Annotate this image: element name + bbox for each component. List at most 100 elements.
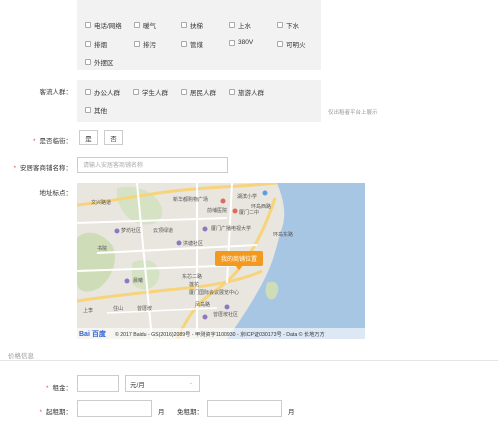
rent-label-text: 租金： [52, 385, 73, 392]
checkbox-box[interactable] [229, 39, 235, 46]
checkbox-box[interactable] [229, 22, 235, 28]
free-period-label: 免租期： [177, 409, 203, 416]
lease-month-unit: 月 [158, 409, 165, 416]
checkbox-box[interactable] [277, 41, 283, 47]
checkbox-box[interactable] [133, 89, 139, 95]
no-button[interactable]: 否 [104, 130, 123, 145]
customer-flow-checkbox[interactable]: 学生人群 [133, 87, 168, 97]
facility-checkbox[interactable]: 电话/网络 [85, 20, 122, 30]
checkbox-box[interactable] [134, 41, 140, 47]
checkbox-label: 旅游人群 [238, 90, 264, 97]
map-label: 洪塘社区 [183, 241, 204, 247]
checkbox-box[interactable] [85, 107, 91, 113]
street-facing-label-text: 是否临街： [39, 138, 73, 145]
map-label: 书院 [97, 246, 108, 252]
required-mark: * [39, 409, 42, 416]
required-mark: * [32, 138, 36, 145]
address-map[interactable]: 文兴路道 新华都购物广场 湖滨小学 前埔医院 厦门二中 云顶绿道 厦门广播电视大… [77, 183, 365, 339]
facility-checkbox[interactable]: 可明火 [277, 39, 306, 49]
chevron-down-icon: ⌄ [188, 380, 193, 386]
map-label: 梦坊社区 [121, 228, 142, 234]
location-marker[interactable]: 我的商铺位置 [215, 251, 264, 266]
map-label: 环岛西路 [251, 204, 272, 210]
checkbox-label: 其他 [94, 108, 107, 115]
map-label: 上李 [83, 308, 94, 314]
map-label: 厦门国际会议展览中心 [189, 290, 240, 296]
facility-checkbox[interactable]: 外摆区 [85, 57, 114, 67]
required-mark: * [45, 385, 49, 392]
map-label: 云顶绿道 [153, 228, 174, 234]
checkbox-box[interactable] [181, 89, 187, 95]
checkbox-label: 可明火 [286, 42, 306, 49]
map-label: 曾厝垵社区 [213, 312, 239, 318]
checkbox-box[interactable] [85, 89, 91, 95]
facility-checkbox[interactable]: 上水 [229, 20, 251, 30]
customer-flow-checkbox[interactable]: 其他 [85, 105, 107, 115]
facility-checkbox[interactable]: 管煤 [181, 39, 203, 49]
free-month-unit: 月 [288, 409, 295, 416]
shop-name-placeholder: 请输入安居客商铺名称 [83, 163, 144, 169]
checkbox-label: 排烟 [94, 42, 107, 49]
facility-checkbox[interactable]: 暖气 [134, 20, 156, 30]
checkbox-box[interactable] [181, 41, 187, 47]
price-section-title: 价格信息 [8, 353, 34, 360]
map-label: 环岛东路 [273, 232, 294, 238]
lease-label-text: 起租期： [46, 409, 72, 416]
rent-unit-select[interactable]: 元/月 ⌄ [125, 375, 200, 392]
required-mark: * [13, 165, 16, 172]
checkbox-label: 办公人群 [94, 90, 120, 97]
map-label: 厦门广播电视大学 [211, 226, 252, 232]
marker-pointer-icon [235, 265, 243, 270]
map-label: 凤岛路 [195, 302, 211, 308]
checkbox-label: 居民人群 [190, 90, 216, 97]
checkbox-box[interactable] [277, 22, 283, 28]
checkbox-box[interactable] [85, 59, 91, 65]
checkbox-label: 排污 [143, 42, 156, 49]
customer-flow-hint: 仅出租者平台上展示 [328, 110, 378, 116]
facility-checkbox[interactable]: 排污 [134, 39, 156, 49]
checkbox-box[interactable] [85, 22, 91, 28]
street-facing-label: * 是否临街： [20, 135, 72, 145]
shop-name-input[interactable]: 请输入安居客商铺名称 [77, 157, 228, 173]
map-label: 住山 [113, 306, 124, 312]
checkbox-label: 下水 [286, 23, 299, 30]
rent-unit-value: 元/月 [130, 381, 145, 389]
map-label: 文兴路道 [91, 200, 112, 206]
checkbox-box[interactable] [229, 89, 235, 95]
checkbox-box[interactable] [85, 41, 91, 47]
facility-checkbox[interactable]: 380V [229, 39, 253, 46]
map-label: 莲花 [189, 282, 200, 288]
map-label: 前埔医院 [207, 208, 228, 214]
baidu-logo: Bai 百度 [79, 331, 106, 338]
checkbox-label: 扶梯 [190, 23, 203, 30]
customer-flow-checkbox[interactable]: 居民人群 [181, 87, 216, 97]
map-label: 曾厝垵 [137, 306, 153, 312]
facility-checkbox[interactable]: 下水 [277, 20, 299, 30]
customer-flow-checkbox[interactable]: 旅游人群 [229, 87, 264, 97]
checkbox-box[interactable] [134, 22, 140, 28]
customer-flow-panel: 办公人群 学生人群 居民人群 旅游人群 其他 [77, 80, 321, 122]
yes-button[interactable]: 是 [79, 130, 98, 145]
checkbox-label: 上水 [238, 23, 251, 30]
customer-flow-checkbox[interactable]: 办公人群 [85, 87, 120, 97]
lease-label: * 起租期： [20, 406, 72, 416]
rent-label: * 租金： [20, 382, 72, 392]
checkbox-label: 学生人群 [142, 90, 168, 97]
customer-flow-label: 客流人群： [39, 89, 73, 96]
facility-checkbox[interactable]: 扶梯 [181, 20, 203, 30]
shop-name-label-text: 安居客商铺名称： [20, 165, 72, 172]
map-label: 湖滨小学 [237, 194, 258, 200]
facility-checkbox[interactable]: 排烟 [85, 39, 107, 49]
checkbox-label: 外摆区 [94, 60, 114, 67]
lease-start-input[interactable] [77, 400, 152, 417]
map-label: 东芯二路 [182, 274, 203, 280]
price-section-divider [0, 360, 498, 361]
map-copyright: © 2017 Baidu - GS(2016)2089号 - 甲测资字11009… [115, 332, 325, 338]
rent-input[interactable] [77, 375, 119, 392]
free-period-input[interactable] [207, 400, 282, 417]
address-label: 地址标点： [39, 190, 73, 197]
map-label: 厦门二中 [239, 210, 260, 216]
map-label: 晨曦 [133, 278, 144, 284]
checkbox-label: 管煤 [190, 42, 203, 49]
checkbox-box[interactable] [181, 22, 187, 28]
